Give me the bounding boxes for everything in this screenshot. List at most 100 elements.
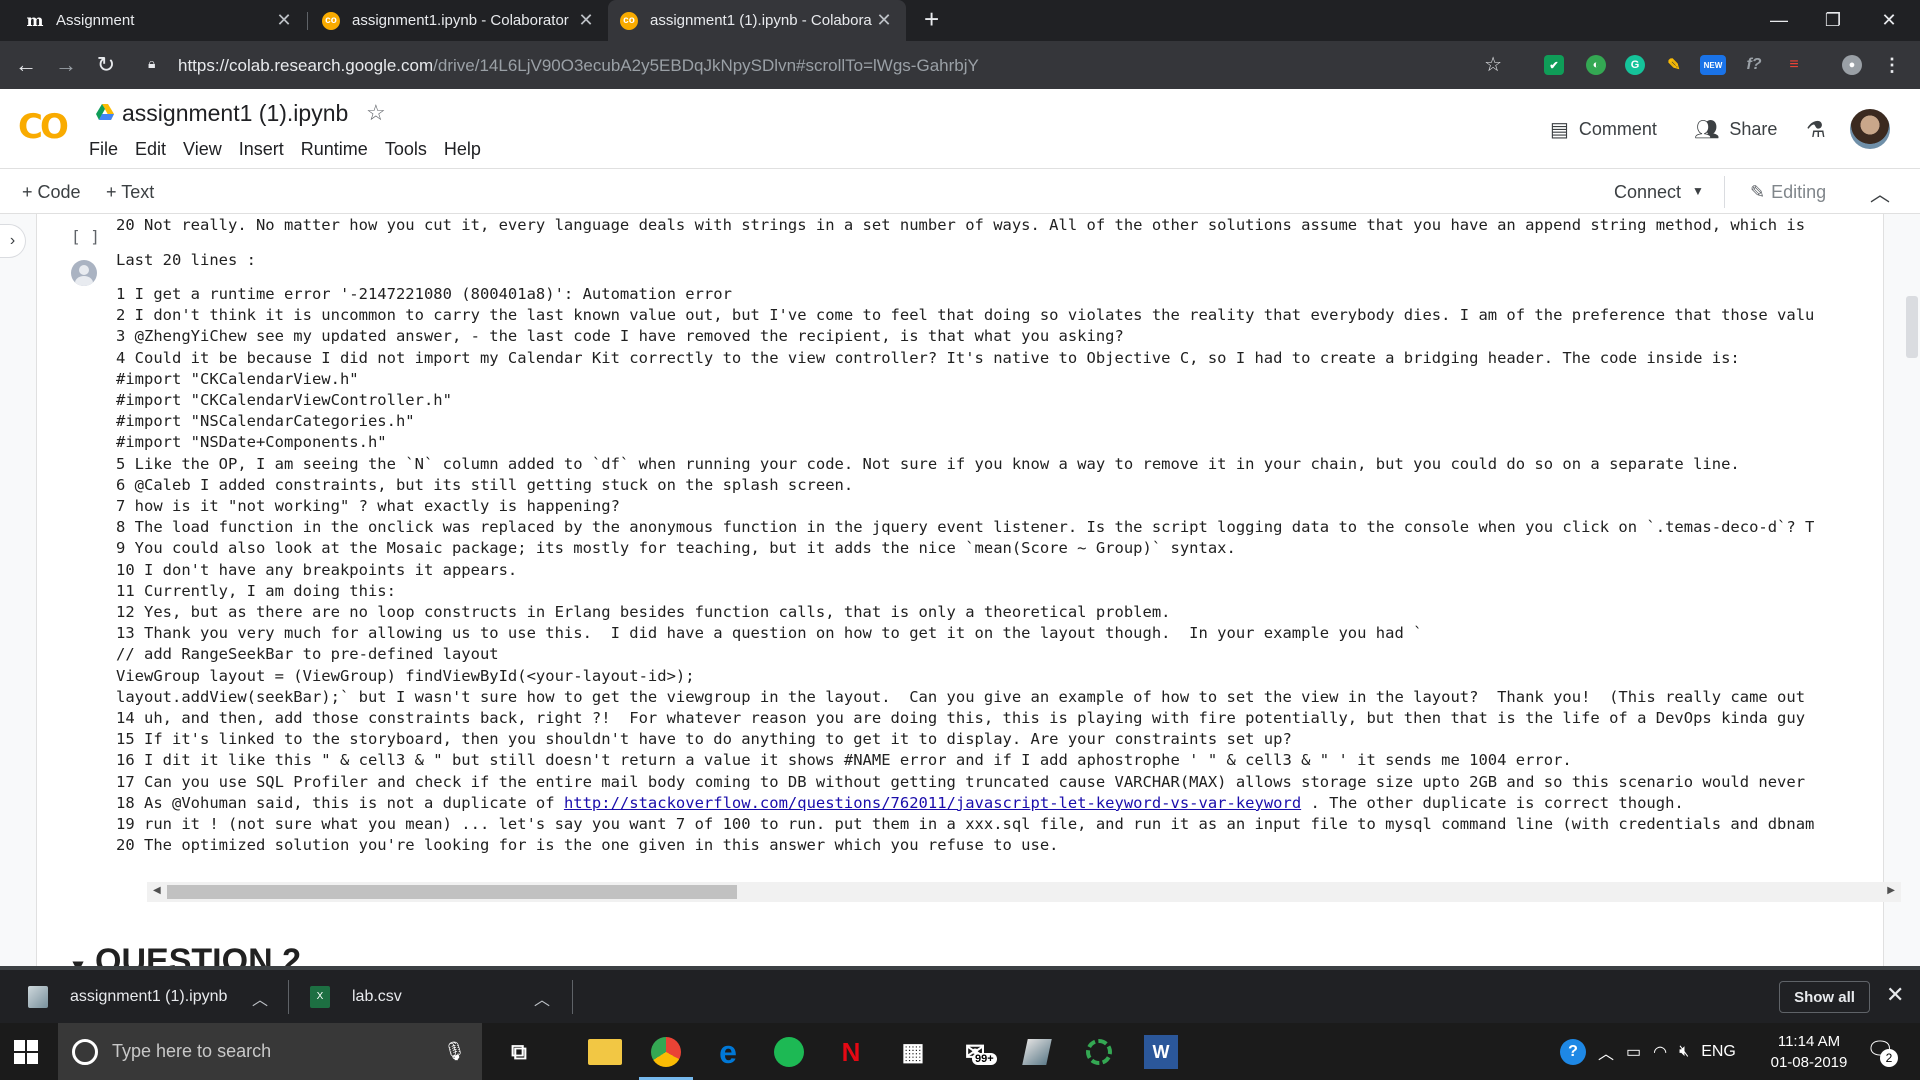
- editing-mode-button[interactable]: ✎ Editing: [1750, 182, 1826, 203]
- minimize-icon[interactable]: —: [1756, 0, 1802, 41]
- show-all-button[interactable]: Show all: [1779, 981, 1870, 1013]
- help-icon[interactable]: ?: [1560, 1038, 1586, 1065]
- back-icon[interactable]: ←: [6, 52, 46, 78]
- profile-icon[interactable]: ●: [1842, 55, 1862, 75]
- close-icon[interactable]: ✕: [1886, 982, 1904, 1008]
- lab-flask-icon[interactable]: ⚗: [1806, 117, 1826, 143]
- omnibox[interactable]: 🔒︎ https://colab.research.google.com/dri…: [140, 49, 1510, 81]
- menu-insert[interactable]: Insert: [239, 139, 284, 160]
- windows-start-icon[interactable]: [14, 1040, 38, 1064]
- chevron-down-icon[interactable]: ▼: [1692, 184, 1704, 198]
- question-heading-text: QUESTION 2: [95, 942, 301, 966]
- volume-icon[interactable]: 🔇︎: [1679, 1043, 1689, 1061]
- pen-extension-icon[interactable]: ✎: [1664, 55, 1684, 75]
- run-cell-button[interactable]: [ ]: [71, 227, 100, 246]
- output-line: 6 @Caleb I added constraints, but its st…: [116, 475, 854, 494]
- output-line: 11 Currently, I am doing this:: [116, 581, 396, 600]
- output-line: 5 Like the OP, I am seeing the `N` colum…: [116, 454, 1740, 473]
- menu-extension-icon[interactable]: ≡: [1784, 55, 1804, 75]
- connect-button[interactable]: Connect: [1614, 182, 1681, 203]
- comment-icon: ▤: [1550, 119, 1569, 141]
- excel-file-icon: X: [310, 985, 330, 1008]
- share-button[interactable]: 👥︎ Share: [1694, 117, 1777, 142]
- bookmark-star-icon[interactable]: ☆: [1484, 52, 1502, 77]
- scroll-left-icon[interactable]: ◀: [153, 885, 161, 896]
- user-avatar[interactable]: [1850, 109, 1890, 149]
- menu-tools[interactable]: Tools: [385, 139, 427, 160]
- calculator-icon[interactable]: ▦: [896, 1035, 930, 1069]
- notebook-title[interactable]: assignment1 (1).ipynb: [122, 100, 348, 127]
- chrome-icon[interactable]: [639, 1035, 693, 1080]
- menu-view[interactable]: View: [183, 139, 222, 160]
- notification-icon[interactable]: 🗨︎ 2: [1866, 1037, 1898, 1067]
- menu-edit[interactable]: Edit: [135, 139, 166, 160]
- menu-runtime[interactable]: Runtime: [301, 139, 368, 160]
- task-view-icon[interactable]: ⧉: [502, 1035, 536, 1069]
- colab-logo[interactable]: CO: [18, 107, 69, 147]
- system-tray: ? ︿ ▭ ◠ 🔇︎ ENG: [1560, 1023, 1748, 1080]
- file-explorer-icon[interactable]: [588, 1039, 622, 1065]
- netflix-icon[interactable]: N: [834, 1035, 868, 1069]
- add-code-button[interactable]: + Code: [22, 182, 81, 203]
- colab-icon: co: [620, 11, 638, 30]
- grammarly-icon[interactable]: G: [1625, 55, 1645, 75]
- url-text[interactable]: https://colab.research.google.com/drive/…: [178, 56, 979, 76]
- output-line: 9 You could also look at the Mosaic pack…: [116, 539, 1236, 558]
- sync-icon[interactable]: [1082, 1035, 1116, 1069]
- microphone-icon[interactable]: 🎙︎: [443, 1041, 466, 1062]
- vertical-scrollbar-thumb[interactable]: [1906, 296, 1918, 358]
- chevron-up-icon[interactable]: ︿: [534, 986, 550, 1010]
- output-line: 20 Not really. No matter how you cut it,…: [116, 216, 1806, 234]
- scroll-right-icon[interactable]: ▶: [1887, 885, 1895, 896]
- add-text-button[interactable]: + Text: [106, 182, 154, 203]
- collapse-caret-icon[interactable]: ▾: [73, 955, 83, 966]
- scrollbar-thumb[interactable]: [167, 885, 737, 899]
- side-panel-toggle-icon[interactable]: ›: [0, 224, 26, 258]
- battery-icon[interactable]: ▭: [1626, 1042, 1641, 1062]
- tab-close-icon[interactable]: ✕: [274, 10, 294, 31]
- word-icon[interactable]: W: [1144, 1035, 1178, 1069]
- taskbar-clock[interactable]: 11:14 AM 01-08-2019: [1768, 1031, 1850, 1073]
- stackoverflow-link[interactable]: http://stackoverflow.com/questions/76201…: [564, 794, 1301, 812]
- menu-help[interactable]: Help: [444, 139, 481, 160]
- chrome-menu-icon[interactable]: ⋮: [1882, 55, 1902, 75]
- mail-icon[interactable]: ✉ 99+: [958, 1035, 997, 1069]
- output-line: 12 Yes, but as there are no loop constru…: [116, 603, 1171, 621]
- download-item[interactable]: assignment1 (1).ipynb: [28, 970, 227, 1023]
- formula-extension-icon[interactable]: f?: [1744, 55, 1764, 75]
- chevron-up-icon[interactable]: ︿: [1598, 1040, 1614, 1064]
- menu-file[interactable]: File: [89, 139, 118, 160]
- new-tab-icon[interactable]: +: [924, 4, 939, 35]
- horizontal-scrollbar[interactable]: ◀ ▶: [147, 882, 1901, 902]
- taskbar-search[interactable]: Type here to search 🎙︎: [58, 1023, 482, 1080]
- restore-icon[interactable]: ❐: [1810, 0, 1856, 41]
- reload-icon[interactable]: ↻: [86, 52, 126, 78]
- colab-header: CO assignment1 (1).ipynb ☆ File Edit Vie…: [0, 89, 1920, 169]
- spotify-icon[interactable]: [772, 1035, 806, 1069]
- pencil-icon: ✎: [1750, 182, 1766, 202]
- window-close-icon[interactable]: ✕: [1866, 0, 1912, 41]
- tab-assignment1-ipynb[interactable]: co assignment1.ipynb - Colaborator ✕: [310, 0, 608, 41]
- chevron-up-icon[interactable]: ︿: [252, 986, 268, 1010]
- output-line: 15 If it's linked to the storyboard, the…: [116, 730, 1292, 749]
- star-icon[interactable]: ☆: [366, 100, 386, 126]
- download-filename: assignment1 (1).ipynb: [70, 987, 228, 1005]
- app-icon[interactable]: [1020, 1035, 1054, 1069]
- tab-assignment[interactable]: m Assignment ✕: [14, 0, 306, 41]
- output-line: 8 The load function in the onclick was r…: [116, 518, 1815, 537]
- tab-close-icon[interactable]: ✕: [874, 10, 894, 31]
- download-item[interactable]: X lab.csv: [310, 970, 402, 1023]
- tab-assignment1-1-ipynb[interactable]: co assignment1 (1).ipynb - Colabora ✕: [608, 0, 906, 41]
- extension-check-icon[interactable]: ✔: [1544, 55, 1564, 75]
- forward-icon[interactable]: →: [46, 52, 86, 78]
- tab-close-icon[interactable]: ✕: [576, 10, 596, 31]
- chevron-up-icon[interactable]: ︿: [1870, 178, 1890, 207]
- language-indicator[interactable]: ENG: [1701, 1043, 1736, 1061]
- code-cell[interactable]: [ ] 20 Not really. No matter how you cut…: [36, 214, 1901, 966]
- edge-icon[interactable]: e: [711, 1034, 745, 1070]
- wifi-icon[interactable]: ◠: [1653, 1042, 1667, 1062]
- comment-button[interactable]: ▤ Comment: [1550, 117, 1657, 142]
- extension-toggle-icon[interactable]: ◐: [1586, 55, 1606, 75]
- new-extension-icon[interactable]: NEW: [1700, 55, 1726, 75]
- output-line: 1 I get a runtime error '-2147221080 (80…: [116, 285, 732, 303]
